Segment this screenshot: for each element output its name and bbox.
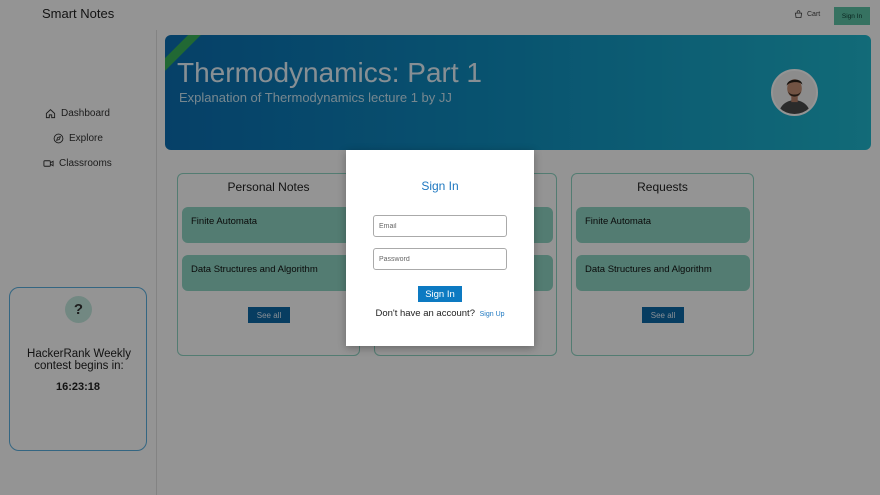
password-field[interactable] [373, 248, 507, 270]
modal-title: Sign In [421, 179, 459, 193]
sign-in-modal: Sign In Sign In Don't have an account? S… [346, 150, 534, 346]
email-field[interactable] [373, 215, 507, 237]
no-account-text: Don't have an account? [375, 308, 475, 319]
sign-in-button[interactable]: Sign In [418, 286, 462, 302]
sign-up-link[interactable]: Sign Up [480, 311, 505, 318]
signup-row: Don't have an account? Sign Up [346, 308, 534, 319]
